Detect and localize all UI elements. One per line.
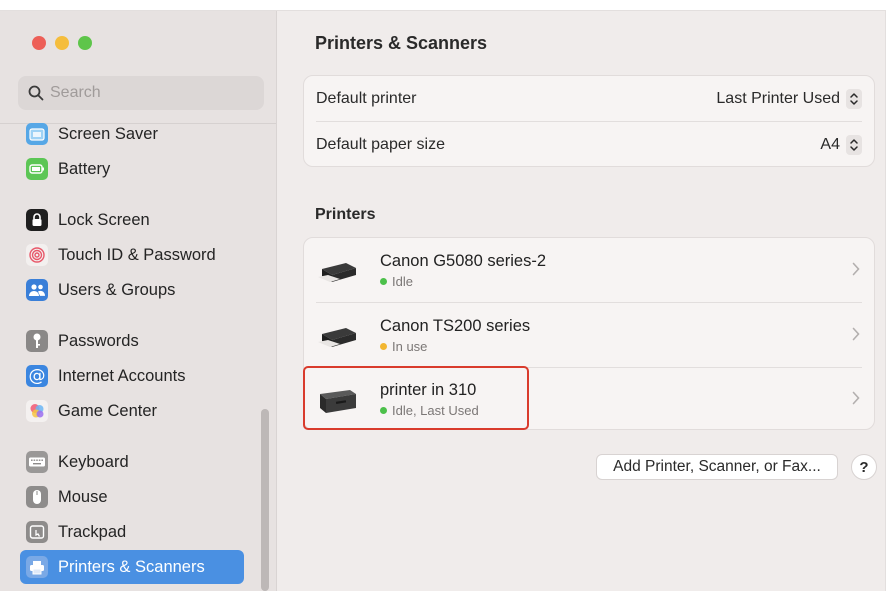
sidebar-item-label: Screen Saver <box>58 124 158 143</box>
screen-saver-icon <box>26 123 48 145</box>
default-printer-row: Default printer Last Printer Used <box>304 76 874 122</box>
printer-row[interactable]: Canon G5080 series-2 Idle <box>304 238 874 303</box>
status-dot <box>380 278 387 285</box>
search-field[interactable] <box>18 76 264 110</box>
keyboard-icon <box>26 451 48 473</box>
sidebar-item-label: Internet Accounts <box>58 366 186 385</box>
inkjet-printer-icon <box>318 262 356 282</box>
printers-section-title: Printers <box>315 206 376 223</box>
sidebar-item-trackpad[interactable]: Trackpad <box>20 515 244 549</box>
sidebar-item-label: Users & Groups <box>58 280 176 299</box>
window-controls <box>32 36 92 50</box>
search-input[interactable] <box>50 84 240 102</box>
sidebar-item-lock-screen[interactable]: Lock Screen <box>20 203 244 237</box>
main-panel: Printers & Scanners Default printer Last… <box>277 11 885 591</box>
sidebar-item-label: Keyboard <box>58 452 129 471</box>
printer-name: Canon TS200 series <box>380 317 531 335</box>
page-title: Printers & Scanners <box>315 33 488 53</box>
sidebar-item-keyboard[interactable]: Keyboard <box>20 445 244 479</box>
paper-size-label: Default paper size <box>316 136 445 153</box>
zoom-button[interactable] <box>78 36 92 50</box>
close-button[interactable] <box>32 36 46 50</box>
sidebar-item-label: Lock Screen <box>58 210 150 229</box>
sidebar-item-game-center[interactable]: Game Center <box>20 394 244 428</box>
game-center-icon <box>26 400 48 422</box>
sidebar-item-users-groups[interactable]: Users & Groups <box>20 273 244 307</box>
sidebar-item-label: Game Center <box>58 401 158 420</box>
sidebar-scrollbar[interactable] <box>261 409 269 591</box>
up-down-chevron-icon <box>846 89 862 109</box>
status-dot <box>380 343 387 350</box>
fingerprint-icon <box>26 244 48 266</box>
key-icon <box>26 330 48 352</box>
sidebar-item-mouse[interactable]: Mouse <box>20 480 244 514</box>
sidebar-item-printers-scanners[interactable]: Printers & Scanners <box>20 550 244 584</box>
printer-status: Idle <box>392 274 413 289</box>
add-printer-button[interactable]: Add Printer, Scanner, or Fax... <box>596 454 838 480</box>
default-printer-value: Last Printer Used <box>716 90 840 107</box>
search-icon <box>28 85 44 101</box>
lock-icon <box>26 209 48 231</box>
sidebar-item-label: Printers & Scanners <box>58 557 205 576</box>
sidebar: Screen Saver Battery Lock Screen Touch I… <box>0 11 277 591</box>
sidebar-item-battery[interactable]: Battery <box>20 152 244 186</box>
mouse-icon <box>26 486 48 508</box>
sidebar-item-touch-id[interactable]: Touch ID & Password <box>20 238 244 272</box>
battery-icon <box>26 158 48 180</box>
default-printer-popup[interactable]: Last Printer Used <box>716 89 862 109</box>
users-icon <box>26 279 48 301</box>
paper-size-value: A4 <box>820 136 840 153</box>
printer-row[interactable]: Canon TS200 series In use <box>304 303 874 368</box>
paper-size-popup[interactable]: A4 <box>820 135 862 155</box>
help-button[interactable]: ? <box>851 454 877 480</box>
chevron-right-icon <box>852 391 860 405</box>
selection-highlight <box>303 366 529 430</box>
settings-window: Screen Saver Battery Lock Screen Touch I… <box>0 10 886 591</box>
up-down-chevron-icon <box>846 135 862 155</box>
sidebar-item-label: Mouse <box>58 487 108 506</box>
printer-icon <box>26 556 48 578</box>
sidebar-item-internet-accounts[interactable]: @ Internet Accounts <box>20 359 244 393</box>
sidebar-item-passwords[interactable]: Passwords <box>20 324 244 358</box>
default-printer-label: Default printer <box>316 90 417 107</box>
sidebar-item-label: Touch ID & Password <box>58 245 216 264</box>
sidebar-item-screen-saver[interactable]: Screen Saver <box>20 117 244 151</box>
sidebar-item-label: Passwords <box>58 331 139 350</box>
sidebar-item-label: Battery <box>58 159 111 178</box>
at-icon: @ <box>26 365 48 387</box>
printer-status: In use <box>392 339 428 354</box>
paper-size-row: Default paper size A4 <box>304 122 874 168</box>
minimize-button[interactable] <box>55 36 69 50</box>
chevron-right-icon <box>852 327 860 341</box>
chevron-right-icon <box>852 262 860 276</box>
trackpad-icon <box>26 521 48 543</box>
inkjet-printer-icon <box>318 327 356 347</box>
defaults-card: Default printer Last Printer Used Defaul… <box>303 75 875 167</box>
sidebar-item-label: Trackpad <box>58 522 127 541</box>
printer-name: Canon G5080 series-2 <box>380 252 547 270</box>
